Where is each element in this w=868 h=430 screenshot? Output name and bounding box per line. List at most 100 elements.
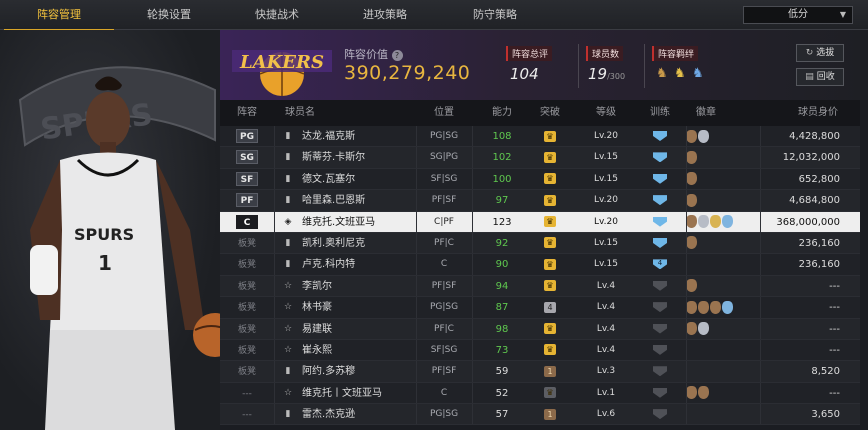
table-row[interactable]: 板凳 ☆ 林书豪 PG|SG 87 4 Lv.4 --- — [220, 297, 860, 319]
refresh-icon: ↻ — [805, 48, 814, 58]
training-cell[interactable] — [640, 361, 680, 382]
breakthrough-cell[interactable]: ♛ — [530, 276, 570, 297]
badge-icon — [698, 322, 709, 336]
badges-cell[interactable] — [686, 319, 766, 340]
tab-quick-tactics[interactable]: 快捷战术 — [222, 0, 332, 30]
player-name[interactable]: 阿约.多苏穆 — [302, 361, 432, 382]
table-row[interactable]: 板凳 ☆ 李凯尔 PF|SF 94 ♛ Lv.4 --- — [220, 275, 860, 298]
table-row[interactable]: SF ▮ 德文.瓦塞尔 SF|SG 100 ♛ Lv.15 652,800 — [220, 168, 860, 191]
player-name[interactable]: 林书豪 — [302, 297, 432, 318]
badges-cell[interactable] — [686, 126, 766, 147]
table-row[interactable]: 板凳 ▮ 卢克.科内特 C 90 ♛ Lv.15 4 236,160 — [220, 254, 860, 276]
badges-cell[interactable] — [686, 297, 766, 318]
breakthrough-cell[interactable]: ♛ — [530, 169, 570, 190]
tab-offense-strategy[interactable]: 进攻策略 — [330, 0, 440, 30]
player-ability: 100 — [492, 173, 512, 185]
breakthrough-cell[interactable]: ♛ — [530, 147, 570, 168]
training-cell[interactable] — [640, 233, 680, 254]
position-slot-badge[interactable]: PF — [236, 193, 258, 208]
column-separator — [416, 232, 417, 254]
badges-cell[interactable] — [686, 383, 766, 404]
select-button[interactable]: ↻ 选拔 — [796, 44, 844, 62]
training-cell[interactable] — [640, 169, 680, 190]
badge-icon — [686, 215, 697, 229]
breakthrough-cell[interactable]: ♛ — [530, 233, 570, 254]
training-cell[interactable] — [640, 190, 680, 211]
training-cell[interactable] — [640, 319, 680, 340]
player-position: SG|PG — [429, 152, 459, 163]
badges-cell[interactable] — [686, 212, 766, 233]
bench-slot-label: 板凳 — [237, 367, 256, 378]
breakthrough-cell[interactable]: 1 — [530, 404, 570, 425]
player-count: 19/300 — [588, 65, 626, 83]
sort-dropdown[interactable]: 低分 ▼ — [743, 6, 853, 24]
player-ability: 108 — [492, 131, 512, 142]
player-name[interactable]: 德文.瓦塞尔 — [302, 169, 432, 190]
table-row[interactable]: PF ▮ 哈里森.巴恩斯 PF|SF 97 ♛ Lv.20 4,684,800 — [220, 190, 860, 212]
tab-rotation-settings[interactable]: 轮换设置 — [114, 0, 224, 30]
player-name[interactable]: 维克托丨文班亚马 — [302, 383, 432, 404]
badges-cell[interactable] — [686, 276, 766, 297]
column-separator — [760, 147, 761, 168]
breakthrough-cell[interactable]: ♛ — [530, 126, 570, 147]
column-separator — [274, 211, 275, 232]
training-cell[interactable] — [640, 126, 680, 147]
player-name[interactable]: 易建联 — [302, 319, 432, 340]
signal-bars-icon: ▮ — [285, 195, 291, 206]
training-cell[interactable] — [640, 276, 680, 297]
player-name[interactable]: 哈里森.巴恩斯 — [302, 190, 432, 211]
column-separator — [416, 361, 417, 382]
player-name[interactable]: 卢克.科内特 — [302, 254, 432, 275]
tab-lineup-management[interactable]: 阵容管理 — [4, 0, 114, 31]
training-cell[interactable] — [640, 212, 680, 233]
table-row[interactable]: --- ▮ 雷杰.杰克逊 PG|SG 57 1 Lv.6 3,650 — [220, 404, 860, 426]
bond-bronze-icon[interactable]: ♞ — [656, 66, 668, 81]
breakthrough-cell[interactable]: ♛ — [530, 212, 570, 233]
training-cell[interactable] — [640, 297, 680, 318]
table-row[interactable]: 板凳 ☆ 崔永熙 SF|SG 73 ♛ Lv.4 --- — [220, 339, 860, 362]
breakthrough-cell[interactable]: ♛ — [530, 190, 570, 211]
badges-cell[interactable] — [686, 169, 766, 190]
badges-cell[interactable] — [686, 190, 766, 211]
badges-cell[interactable] — [686, 233, 766, 254]
player-name[interactable]: 斯蒂芬.卡斯尔 — [302, 147, 432, 168]
badges-cell[interactable] — [686, 147, 766, 168]
table-row[interactable]: 板凳 ▮ 阿约.多苏穆 PF|SF 59 1 Lv.3 8,520 — [220, 361, 860, 383]
training-shield-icon — [653, 152, 667, 163]
breakthrough-cell[interactable]: 4 — [530, 297, 570, 318]
player-position: PF|C — [434, 237, 454, 248]
table-row[interactable]: PG ▮ 达龙.福克斯 PG|SG 108 ♛ Lv.20 4,428,800 — [220, 126, 860, 148]
tab-defense-strategy[interactable]: 防守策略 — [440, 0, 550, 30]
training-cell[interactable] — [640, 340, 680, 361]
player-name[interactable]: 崔永熙 — [302, 340, 432, 361]
column-separator — [472, 339, 473, 361]
help-icon[interactable]: ? — [391, 50, 403, 61]
training-cell[interactable] — [640, 383, 680, 404]
table-row[interactable]: 板凳 ▮ 凯利.奥利尼克 PF|C 92 ♛ Lv.15 236,160 — [220, 232, 860, 255]
player-name[interactable]: 维克托.文班亚马 — [302, 212, 432, 233]
breakthrough-cell[interactable]: ♛ — [530, 254, 570, 275]
badge-icon — [686, 236, 697, 250]
table-row[interactable]: C ◈ 维克托.文班亚马 C|PF 123 ♛ Lv.20 368,000,000 — [220, 211, 860, 233]
position-slot-badge[interactable]: PG — [236, 129, 258, 143]
training-cell[interactable]: 4 — [640, 254, 680, 275]
player-name[interactable]: 达龙.福克斯 — [302, 126, 432, 147]
breakthrough-cell[interactable]: 1 — [530, 361, 570, 382]
table-row[interactable]: SG ▮ 斯蒂芬.卡斯尔 SG|PG 102 ♛ Lv.15 12,032,000 — [220, 147, 860, 169]
breakthrough-cell[interactable]: ♛ — [530, 340, 570, 361]
recycle-button[interactable]: ▤ 回收 — [796, 68, 844, 86]
bond-blue-icon[interactable]: ♞ — [692, 66, 704, 81]
breakthrough-cell[interactable]: ♛ — [530, 383, 570, 404]
player-name[interactable]: 雷杰.杰克逊 — [302, 404, 432, 425]
position-slot-badge[interactable]: SG — [236, 150, 258, 165]
position-slot-badge[interactable]: C — [236, 214, 258, 229]
training-cell[interactable] — [640, 147, 680, 168]
table-row[interactable]: 板凳 ☆ 易建联 PF|C 98 ♛ Lv.4 --- — [220, 318, 860, 340]
table-row[interactable]: --- ☆ 维克托丨文班亚马 C 52 ♛ Lv.1 --- — [220, 382, 860, 405]
bond-gold-icon[interactable]: ♞ — [674, 66, 686, 81]
training-cell[interactable] — [640, 404, 680, 425]
player-name[interactable]: 凯利.奥利尼克 — [302, 233, 432, 254]
position-slot-badge[interactable]: SF — [236, 171, 258, 186]
player-name[interactable]: 李凯尔 — [302, 276, 432, 297]
breakthrough-cell[interactable]: ♛ — [530, 319, 570, 340]
